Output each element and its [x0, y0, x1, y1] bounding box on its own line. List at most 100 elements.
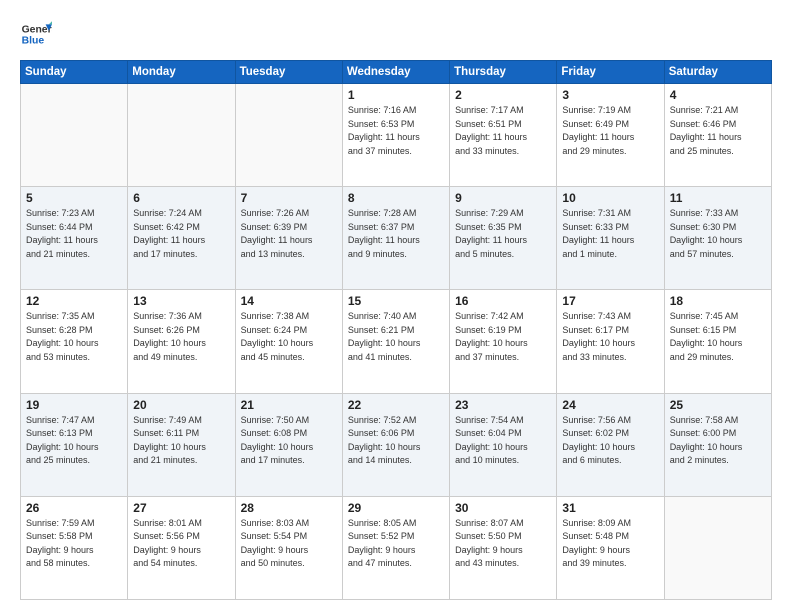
weekday-header: Monday [128, 61, 235, 84]
calendar-cell: 20 Sunrise: 7:49 AM Sunset: 6:11 PM Dayli… [128, 393, 235, 496]
day-detail: Sunrise: 8:01 AM Sunset: 5:56 PM Dayligh… [133, 517, 229, 571]
day-number: 28 [241, 501, 337, 515]
logo: General Blue [20, 18, 52, 50]
day-detail: Sunrise: 7:58 AM Sunset: 6:00 PM Dayligh… [670, 414, 766, 468]
calendar-cell: 26Sunrise: 7:59 AM Sunset: 5:58 PM Dayli… [21, 496, 128, 599]
day-number: 30 [455, 501, 551, 515]
day-number: 11 [670, 191, 766, 205]
day-number: 25 [670, 398, 766, 412]
day-detail: Sunrise: 7:38 AM Sunset: 6:24 PM Dayligh… [241, 310, 337, 364]
day-number: 17 [562, 294, 658, 308]
day-detail: Sunrise: 7:24 AM Sunset: 6:42 PM Dayligh… [133, 207, 229, 261]
weekday-header: Thursday [450, 61, 557, 84]
calendar-cell: 16Sunrise: 7:42 AM Sunset: 6:19 PM Dayli… [450, 290, 557, 393]
calendar-cell: 24Sunrise: 7:56 AM Sunset: 6:02 PM Dayli… [557, 393, 664, 496]
weekday-header-row: SundayMondayTuesdayWednesdayThursdayFrid… [21, 61, 772, 84]
calendar-cell: 18Sunrise: 7:45 AM Sunset: 6:15 PM Dayli… [664, 290, 771, 393]
header: General Blue [20, 18, 772, 50]
calendar-week-row: 19Sunrise: 7:47 AM Sunset: 6:13 PM Dayli… [21, 393, 772, 496]
logo-icon: General Blue [20, 18, 52, 50]
day-detail: Sunrise: 7:54 AM Sunset: 6:04 PM Dayligh… [455, 414, 551, 468]
calendar-week-row: 5 Sunrise: 7:23 AM Sunset: 6:44 PM Daylig… [21, 187, 772, 290]
day-number: 6 [133, 191, 229, 205]
calendar-cell [128, 84, 235, 187]
day-detail: Sunrise: 7:33 AM Sunset: 6:30 PM Dayligh… [670, 207, 766, 261]
day-number: 8 [348, 191, 444, 205]
day-detail: Sunrise: 7:16 AM Sunset: 6:53 PM Dayligh… [348, 104, 444, 158]
day-detail: Sunrise: 7:23 AM Sunset: 6:44 PM Dayligh… [26, 207, 122, 261]
calendar-cell [21, 84, 128, 187]
day-detail: Sunrise: 7:26 AM Sunset: 6:39 PM Dayligh… [241, 207, 337, 261]
day-number: 31 [562, 501, 658, 515]
calendar-cell: 30Sunrise: 8:07 AM Sunset: 5:50 PM Dayli… [450, 496, 557, 599]
day-number: 9 [455, 191, 551, 205]
calendar-cell: 22 Sunrise: 7:52 AM Sunset: 6:06 PM Dayli… [342, 393, 449, 496]
day-number: 14 [241, 294, 337, 308]
day-detail: Sunrise: 7:45 AM Sunset: 6:15 PM Dayligh… [670, 310, 766, 364]
calendar-cell: 8 Sunrise: 7:28 AM Sunset: 6:37 PM Daylig… [342, 187, 449, 290]
weekday-header: Saturday [664, 61, 771, 84]
day-detail: Sunrise: 7:52 AM Sunset: 6:06 PM Dayligh… [348, 414, 444, 468]
day-number: 29 [348, 501, 444, 515]
calendar-table: SundayMondayTuesdayWednesdayThursdayFrid… [20, 60, 772, 600]
calendar-cell: 23 Sunrise: 7:54 AM Sunset: 6:04 PM Dayli… [450, 393, 557, 496]
calendar-cell: 12 Sunrise: 7:35 AM Sunset: 6:28 PM Dayli… [21, 290, 128, 393]
day-detail: Sunrise: 7:43 AM Sunset: 6:17 PM Dayligh… [562, 310, 658, 364]
day-number: 7 [241, 191, 337, 205]
day-number: 24 [562, 398, 658, 412]
calendar-cell: 29 Sunrise: 8:05 AM Sunset: 5:52 PM Dayli… [342, 496, 449, 599]
weekday-header: Friday [557, 61, 664, 84]
calendar-week-row: 26Sunrise: 7:59 AM Sunset: 5:58 PM Dayli… [21, 496, 772, 599]
svg-text:Blue: Blue [22, 36, 45, 47]
day-detail: Sunrise: 7:36 AM Sunset: 6:26 PM Dayligh… [133, 310, 229, 364]
calendar-cell: 19Sunrise: 7:47 AM Sunset: 6:13 PM Dayli… [21, 393, 128, 496]
day-number: 2 [455, 88, 551, 102]
day-detail: Sunrise: 8:03 AM Sunset: 5:54 PM Dayligh… [241, 517, 337, 571]
calendar-cell: 11 Sunrise: 7:33 AM Sunset: 6:30 PM Dayli… [664, 187, 771, 290]
calendar-cell: 13Sunrise: 7:36 AM Sunset: 6:26 PM Dayli… [128, 290, 235, 393]
day-detail: Sunrise: 7:40 AM Sunset: 6:21 PM Dayligh… [348, 310, 444, 364]
day-detail: Sunrise: 7:49 AM Sunset: 6:11 PM Dayligh… [133, 414, 229, 468]
day-number: 1 [348, 88, 444, 102]
calendar-cell: 31 Sunrise: 8:09 AM Sunset: 5:48 PM Dayli… [557, 496, 664, 599]
calendar-cell: 14 Sunrise: 7:38 AM Sunset: 6:24 PM Dayli… [235, 290, 342, 393]
calendar-cell: 15Sunrise: 7:40 AM Sunset: 6:21 PM Dayli… [342, 290, 449, 393]
day-number: 23 [455, 398, 551, 412]
calendar-cell: 10Sunrise: 7:31 AM Sunset: 6:33 PM Dayli… [557, 187, 664, 290]
weekday-header: Tuesday [235, 61, 342, 84]
day-number: 12 [26, 294, 122, 308]
day-number: 21 [241, 398, 337, 412]
day-detail: Sunrise: 7:17 AM Sunset: 6:51 PM Dayligh… [455, 104, 551, 158]
day-number: 27 [133, 501, 229, 515]
day-number: 22 [348, 398, 444, 412]
calendar-cell [235, 84, 342, 187]
calendar-cell: 9 Sunrise: 7:29 AM Sunset: 6:35 PM Daylig… [450, 187, 557, 290]
day-number: 10 [562, 191, 658, 205]
day-detail: Sunrise: 7:47 AM Sunset: 6:13 PM Dayligh… [26, 414, 122, 468]
calendar-cell [664, 496, 771, 599]
day-detail: Sunrise: 7:19 AM Sunset: 6:49 PM Dayligh… [562, 104, 658, 158]
day-number: 5 [26, 191, 122, 205]
day-detail: Sunrise: 7:59 AM Sunset: 5:58 PM Dayligh… [26, 517, 122, 571]
day-detail: Sunrise: 8:09 AM Sunset: 5:48 PM Dayligh… [562, 517, 658, 571]
day-detail: Sunrise: 7:21 AM Sunset: 6:46 PM Dayligh… [670, 104, 766, 158]
day-number: 3 [562, 88, 658, 102]
calendar-cell: 28 Sunrise: 8:03 AM Sunset: 5:54 PM Dayli… [235, 496, 342, 599]
calendar-cell: 27 Sunrise: 8:01 AM Sunset: 5:56 PM Dayli… [128, 496, 235, 599]
day-detail: Sunrise: 7:35 AM Sunset: 6:28 PM Dayligh… [26, 310, 122, 364]
day-detail: Sunrise: 7:28 AM Sunset: 6:37 PM Dayligh… [348, 207, 444, 261]
day-number: 4 [670, 88, 766, 102]
day-detail: Sunrise: 8:05 AM Sunset: 5:52 PM Dayligh… [348, 517, 444, 571]
calendar-cell: 21 Sunrise: 7:50 AM Sunset: 6:08 PM Dayli… [235, 393, 342, 496]
day-detail: Sunrise: 7:42 AM Sunset: 6:19 PM Dayligh… [455, 310, 551, 364]
weekday-header: Wednesday [342, 61, 449, 84]
calendar-cell: 6 Sunrise: 7:24 AM Sunset: 6:42 PM Daylig… [128, 187, 235, 290]
calendar-cell: 2 Sunrise: 7:17 AM Sunset: 6:51 PM Daylig… [450, 84, 557, 187]
calendar-cell: 3 Sunrise: 7:19 AM Sunset: 6:49 PM Daylig… [557, 84, 664, 187]
day-detail: Sunrise: 7:50 AM Sunset: 6:08 PM Dayligh… [241, 414, 337, 468]
calendar-cell: 17 Sunrise: 7:43 AM Sunset: 6:17 PM Dayli… [557, 290, 664, 393]
calendar-cell: 5 Sunrise: 7:23 AM Sunset: 6:44 PM Daylig… [21, 187, 128, 290]
day-detail: Sunrise: 7:29 AM Sunset: 6:35 PM Dayligh… [455, 207, 551, 261]
page: General Blue SundayMondayTuesdayWednesda… [0, 0, 792, 612]
day-number: 20 [133, 398, 229, 412]
